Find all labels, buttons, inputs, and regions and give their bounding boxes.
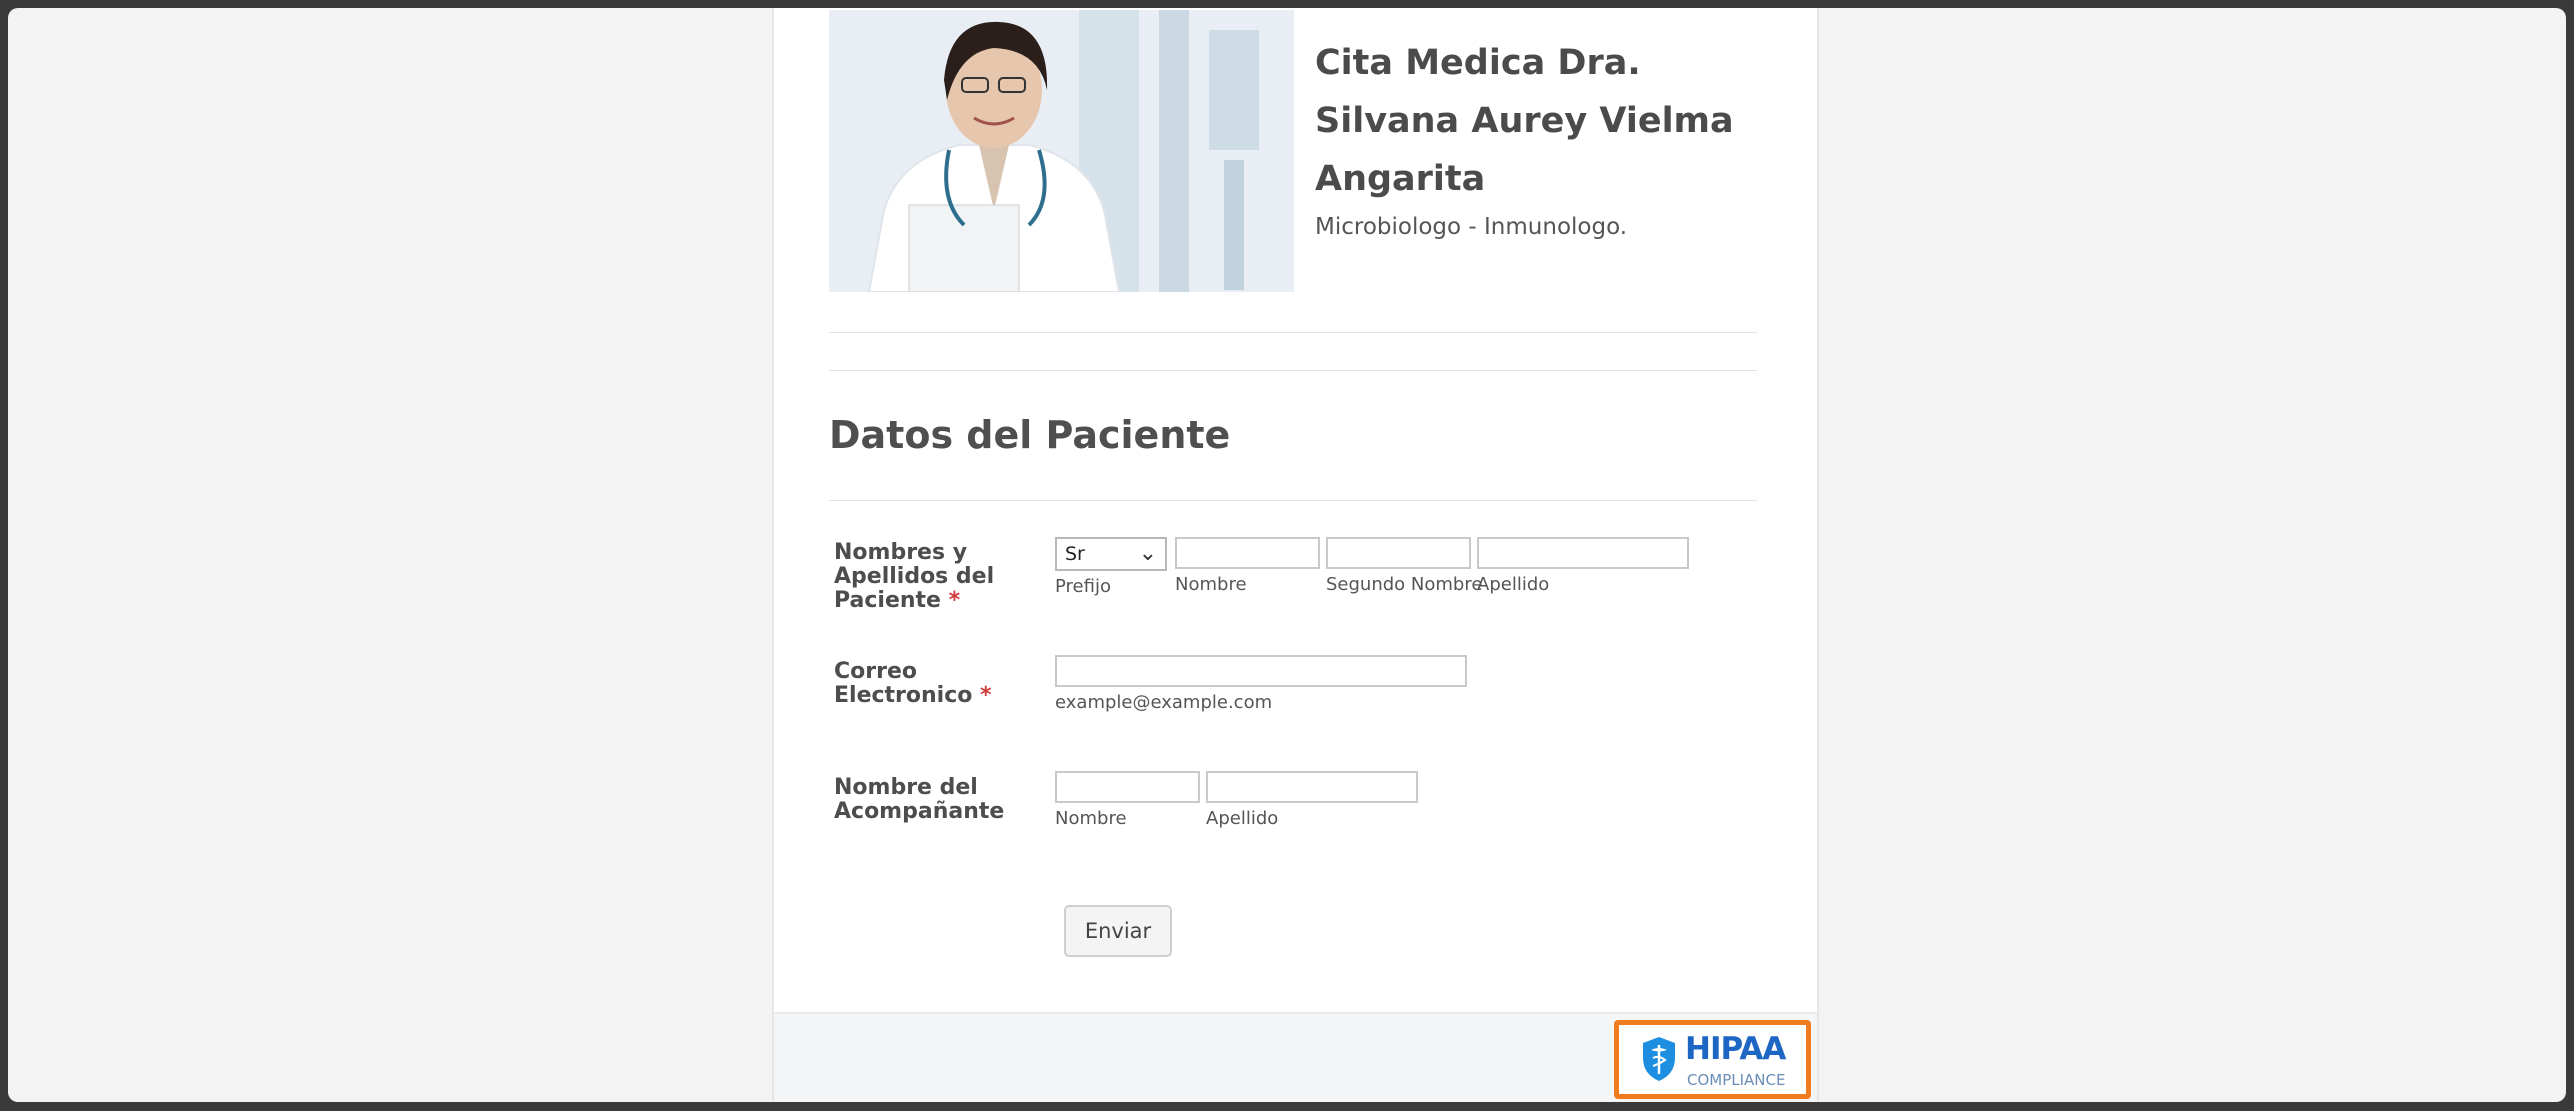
badge-subtitle: COMPLIANCE	[1687, 1071, 1786, 1089]
prefix-caption: Prefijo	[1055, 576, 1111, 597]
first-name-input[interactable]	[1175, 537, 1320, 569]
last-name-input[interactable]	[1477, 537, 1689, 569]
required-mark: *	[948, 588, 961, 613]
hipaa-compliance-badge[interactable]: HIPAA COMPLIANCE	[1614, 1020, 1811, 1099]
page-subtitle: Microbiologo - Inmunologo.	[1315, 214, 1628, 240]
chevron-down-icon: ⌄	[1138, 541, 1157, 566]
companion-label: Nombre del Acompañante	[834, 775, 1005, 824]
shield-caduceus-icon	[1643, 1037, 1675, 1081]
divider	[829, 370, 1757, 371]
companion-last-name-input[interactable]	[1206, 771, 1418, 803]
browser-viewport: Cita Medica Dra. Silvana Aurey Vielma An…	[8, 8, 2566, 1102]
required-mark: *	[980, 683, 992, 708]
companion-first-name-input[interactable]	[1055, 771, 1200, 803]
section-title: Datos del Paciente	[829, 413, 1231, 457]
prefix-select-value: Sr	[1065, 543, 1085, 565]
divider	[829, 500, 1757, 501]
middle-name-input[interactable]	[1326, 537, 1471, 569]
companion-first-caption: Nombre	[1055, 808, 1127, 829]
form-card: Cita Medica Dra. Silvana Aurey Vielma An…	[772, 8, 1819, 1102]
patient-name-label: Nombres y Apellidos del Paciente *	[834, 540, 995, 613]
page-title: Cita Medica Dra. Silvana Aurey Vielma An…	[1315, 43, 1734, 199]
email-field[interactable]	[1055, 655, 1467, 687]
submit-button[interactable]: Enviar	[1064, 905, 1172, 957]
badge-title: HIPAA	[1685, 1031, 1786, 1067]
companion-last-caption: Apellido	[1206, 808, 1279, 829]
divider	[829, 332, 1757, 333]
prefix-select[interactable]: Sr ⌄	[1055, 537, 1167, 571]
first-name-caption: Nombre	[1175, 574, 1247, 595]
doctor-photo	[829, 10, 1294, 292]
email-hint: example@example.com	[1055, 692, 1273, 713]
middle-name-caption: Segundo Nombre	[1326, 574, 1483, 595]
last-name-caption: Apellido	[1477, 574, 1550, 595]
email-label: Correo Electronico *	[834, 659, 992, 708]
